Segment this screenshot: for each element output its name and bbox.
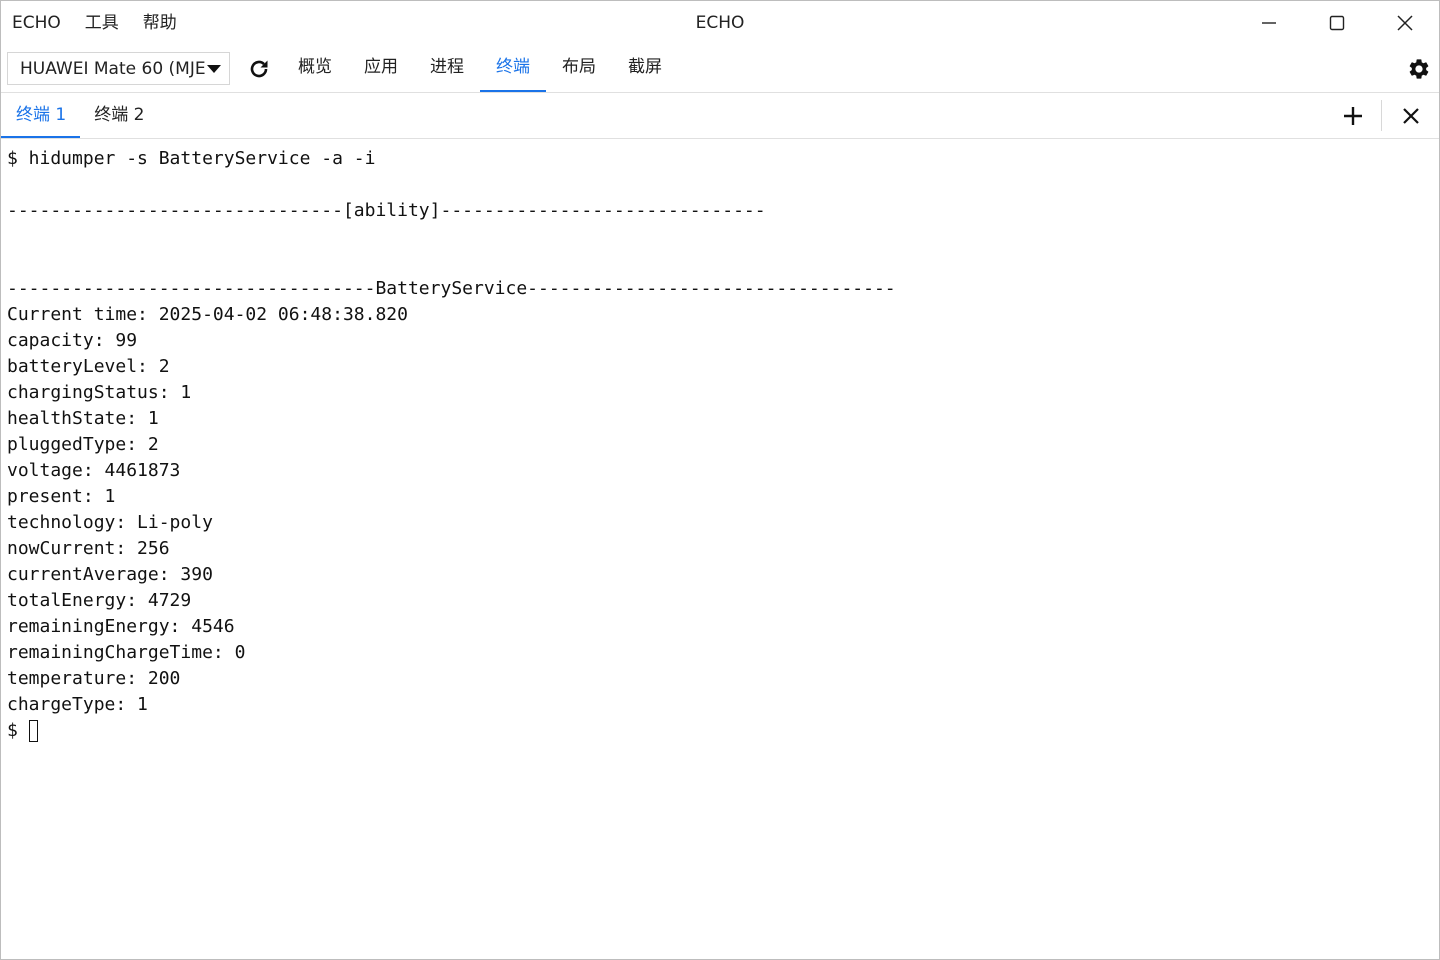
tab-overview[interactable]: 概览: [282, 45, 348, 92]
terminal-line: temperature: 200: [7, 668, 181, 689]
terminal-line: voltage: 4461873: [7, 460, 181, 481]
settings-button[interactable]: [1407, 57, 1431, 81]
terminal-line: remainingEnergy: 4546: [7, 616, 235, 637]
menu-tools[interactable]: 工具: [73, 1, 131, 45]
device-select[interactable]: HUAWEI Mate 60 (MJE: [7, 52, 230, 85]
close-window-button[interactable]: [1371, 1, 1439, 45]
device-select-value: HUAWEI Mate 60 (MJE: [20, 58, 206, 79]
terminal-line: $ hidumper -s BatteryService -a -i: [7, 148, 376, 169]
close-icon: [1397, 15, 1413, 31]
terminal-line: -------------------------------[ability]…: [7, 200, 766, 221]
terminal-line: batteryLevel: 2: [7, 356, 170, 377]
minimize-button[interactable]: [1235, 1, 1303, 45]
tab-layout[interactable]: 布局: [546, 45, 612, 92]
menu-help[interactable]: 帮助: [131, 1, 189, 45]
menu-bar: ECHO 工具 帮助: [1, 1, 189, 45]
tab-terminal-2[interactable]: 终端 2: [80, 93, 158, 138]
terminal-prompt-line[interactable]: $: [7, 718, 1439, 744]
terminal-line: Current time: 2025-04-02 06:48:38.820: [7, 304, 408, 325]
window-title: ECHO: [695, 13, 745, 33]
tab-apps[interactable]: 应用: [348, 45, 414, 92]
close-icon: [1402, 107, 1419, 124]
terminal-line: totalEnergy: 4729: [7, 590, 192, 611]
terminal-line: healthState: 1: [7, 408, 159, 429]
tab-terminal-1[interactable]: 终端 1: [1, 93, 81, 138]
tab-processes[interactable]: 进程: [414, 45, 480, 92]
maximize-button[interactable]: [1303, 1, 1371, 45]
terminal-tab-list: 终端 1 终端 2: [1, 93, 158, 138]
terminal-prompt: $: [7, 720, 18, 741]
minimize-icon: [1262, 22, 1276, 24]
refresh-icon: [250, 60, 268, 78]
tab-terminal[interactable]: 终端: [480, 45, 546, 92]
terminal-cursor: [28, 720, 38, 742]
toolbar: HUAWEI Mate 60 (MJE 概览 应用 进程 终端 布局 截屏: [1, 45, 1439, 93]
caret-down-icon: [207, 65, 221, 73]
window-controls: [1235, 1, 1439, 45]
terminal-line: currentAverage: 390: [7, 564, 213, 585]
add-terminal-button[interactable]: [1324, 93, 1381, 138]
terminal-line: capacity: 99: [7, 330, 138, 351]
terminal-lines: $ hidumper -s BatteryService -a -i ------…: [7, 146, 1439, 718]
terminal-output[interactable]: $ hidumper -s BatteryService -a -i ------…: [7, 146, 1439, 959]
menu-echo[interactable]: ECHO: [1, 1, 73, 45]
terminal-line: nowCurrent: 256: [7, 538, 170, 559]
plus-icon: [1343, 106, 1362, 125]
title-bar: ECHO 工具 帮助 ECHO: [1, 1, 1439, 45]
maximize-icon: [1329, 15, 1345, 31]
terminal-line: chargingStatus: 1: [7, 382, 192, 403]
terminal-actions: [1324, 93, 1439, 138]
terminal-line: technology: Li-poly: [7, 512, 213, 533]
refresh-button[interactable]: [247, 57, 271, 81]
close-terminal-button[interactable]: [1382, 93, 1439, 138]
terminal-line: chargeType: 1: [7, 694, 148, 715]
terminal-line: ----------------------------------Batter…: [7, 278, 896, 299]
app-window: ECHO 工具 帮助 ECHO HUAWEI Mate 60 (MJE 概览 应…: [0, 0, 1440, 960]
terminal-line: pluggedType: 2: [7, 434, 159, 455]
terminal-line: remainingChargeTime: 0: [7, 642, 246, 663]
terminal-tabs: 终端 1 终端 2: [1, 93, 1439, 139]
terminal-line: present: 1: [7, 486, 116, 507]
tab-screenshot[interactable]: 截屏: [612, 45, 678, 92]
nav-tabs: 概览 应用 进程 终端 布局 截屏: [282, 45, 678, 92]
gear-icon: [1409, 59, 1429, 79]
